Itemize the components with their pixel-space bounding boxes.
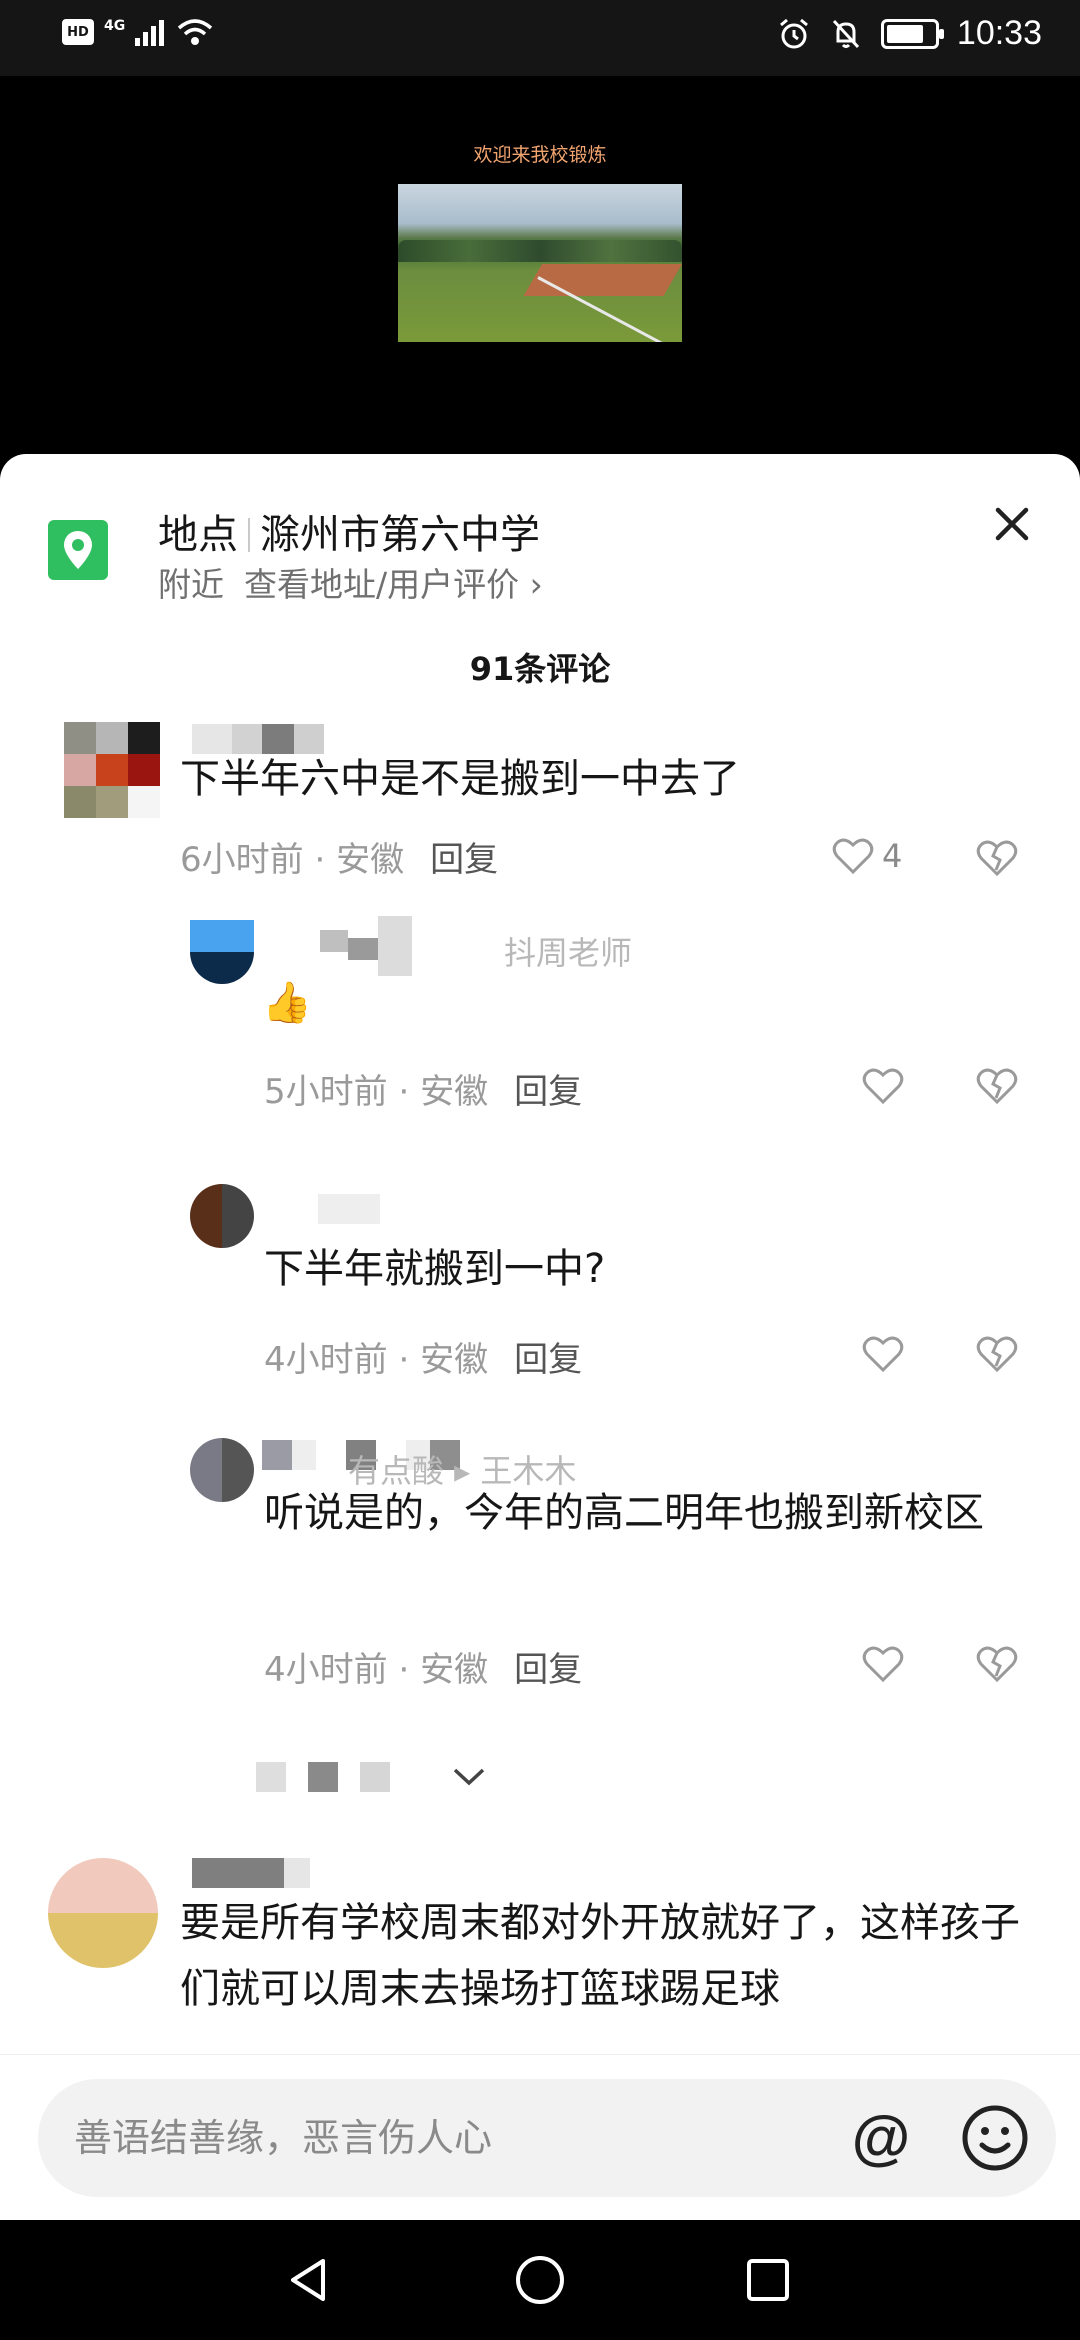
video-preview[interactable]: 欢迎来我校锻炼 <box>0 76 1080 456</box>
status-time: 10:33 <box>956 14 1042 52</box>
close-icon <box>995 507 1029 541</box>
home-circle-icon <box>516 2256 564 2304</box>
comment-meta: 4小时前 · 安徽 回复 <box>264 1340 583 1380</box>
reply-item: 下半年就搬到一中? 4小时前 · 安徽 回复 <box>0 1184 1080 1384</box>
alarm-icon <box>779 18 808 48</box>
reply-button[interactable]: 回复 <box>514 1650 582 1690</box>
reply-button[interactable]: 回复 <box>430 840 498 880</box>
location-subtitle[interactable]: 附近 查看地址/用户评价 › <box>158 558 543 606</box>
chevron-down-icon <box>453 1768 485 1786</box>
emoji-button[interactable] <box>960 2103 1030 2173</box>
heart-icon <box>862 1336 904 1373</box>
like-button[interactable] <box>862 1334 904 1374</box>
comment-region: 安徽 <box>336 840 405 880</box>
heart-icon <box>862 1646 904 1683</box>
recent-apps-button[interactable] <box>738 2250 798 2310</box>
username-blurred[interactable] <box>320 916 412 976</box>
comment-time: 5小时前 <box>264 1072 388 1112</box>
status-bar: HD 4G 10:33 <box>0 0 1080 76</box>
avatar[interactable] <box>190 1438 254 1502</box>
location-title[interactable]: 地点 滁州市第六中学 <box>158 502 540 560</box>
comment-time: 4小时前 <box>264 1340 388 1380</box>
reply-button[interactable]: 回复 <box>514 1072 582 1112</box>
nearby-label: 附近 <box>158 565 224 604</box>
comment-time: 4小时前 <box>264 1650 388 1690</box>
back-button[interactable] <box>278 2250 338 2310</box>
comment-text: 下半年六中是不是搬到一中去了 <box>180 756 740 802</box>
status-left: HD 4G <box>62 18 213 46</box>
comment-region: 安徽 <box>420 1650 489 1690</box>
avatar[interactable] <box>190 920 254 984</box>
comment-text: 👍 <box>262 980 312 1026</box>
mention-button[interactable]: @ <box>846 2103 916 2173</box>
heart-icon <box>832 838 874 875</box>
comment-meta: 4小时前 · 安徽 回复 <box>264 1650 583 1690</box>
smiley-icon <box>962 2105 1028 2171</box>
comment-text: 听说是的，今年的高二明年也搬到新校区 <box>264 1490 984 1536</box>
hd-badge: HD <box>62 19 94 45</box>
comment-text: 要是所有学校周末都对外开放就好了，这样孩子们就可以周末去操场打篮球踢足球 <box>180 1900 1020 2012</box>
broken-heart-icon <box>976 1646 1018 1683</box>
close-button[interactable] <box>982 494 1042 554</box>
like-button[interactable] <box>862 1644 904 1684</box>
comment-input-bar: @ <box>0 2054 1080 2220</box>
home-button[interactable] <box>510 2250 570 2310</box>
video-caption: 欢迎来我校锻炼 <box>473 144 607 166</box>
like-button[interactable] <box>862 1066 904 1106</box>
view-address-link[interactable]: 查看地址/用户评价 › <box>244 565 543 604</box>
heart-icon <box>862 1068 904 1105</box>
comment-item: 要是所有学校周末都对外开放就好了，这样孩子们就可以周末去操场打篮球踢足球 <box>0 1854 1080 2054</box>
mute-bell-icon <box>832 19 860 48</box>
recent-square-icon <box>747 2259 789 2301</box>
reply-item: 抖周老师 👍 5小时前 · 安徽 回复 <box>0 916 1080 1120</box>
network-type: 4G <box>104 18 126 34</box>
reply-item: 有点酸 ▸ 王木木 听说是的，今年的高二明年也搬到新校区 4小时前 · 安徽 回复 <box>0 1438 1080 1708</box>
dislike-button[interactable] <box>976 1644 1018 1688</box>
avatar[interactable] <box>48 1858 158 1968</box>
comment-input[interactable] <box>74 2107 834 2169</box>
username-blurred[interactable] <box>192 1858 310 1888</box>
status-right: 10:33 <box>777 14 1042 53</box>
comment-region: 安徽 <box>420 1072 489 1112</box>
expand-replies-button[interactable] <box>256 1762 486 1792</box>
avatar[interactable] <box>190 1184 254 1248</box>
dislike-button[interactable] <box>976 1066 1018 1110</box>
comment-time: 6小时前 <box>180 840 304 880</box>
username-blurred[interactable] <box>318 1194 380 1224</box>
like-count: 4 <box>882 837 903 875</box>
broken-heart-icon <box>976 1068 1018 1105</box>
dislike-button[interactable] <box>976 1334 1018 1378</box>
signal-icon <box>135 20 165 46</box>
comment-count: 91条评论 <box>469 650 611 688</box>
comment-sheet: 地点 滁州市第六中学 附近 查看地址/用户评价 › 91条评论 下半年六中是不是搬到… <box>0 454 1080 2054</box>
reply-button[interactable]: 回复 <box>514 1340 582 1380</box>
comment-item: 下半年六中是不是搬到一中去了 6小时前 · 安徽 回复 4 <box>0 704 1080 880</box>
like-button[interactable]: 4 <box>832 836 902 876</box>
comment-region: 安徽 <box>420 1340 489 1380</box>
location-name: 滁州市第六中学 <box>260 512 540 558</box>
broken-heart-icon <box>976 1336 1018 1373</box>
comment-meta: 6小时前 · 安徽 回复 <box>180 840 499 880</box>
system-nav-bar <box>0 2220 1080 2340</box>
comment-input-container[interactable]: @ <box>38 2079 1056 2197</box>
back-triangle-icon <box>291 2259 325 2301</box>
comment-text: 下半年就搬到一中? <box>264 1246 606 1292</box>
location-label: 地点 <box>158 512 238 558</box>
comment-meta: 5小时前 · 安徽 回复 <box>264 1072 583 1112</box>
video-thumbnail[interactable] <box>398 184 682 342</box>
battery-icon <box>880 18 944 49</box>
map-pin-icon[interactable] <box>48 520 108 580</box>
avatar[interactable] <box>64 722 160 818</box>
divider <box>248 518 250 552</box>
wifi-icon <box>178 19 213 45</box>
dislike-button[interactable] <box>976 838 1018 882</box>
broken-heart-icon <box>976 840 1018 877</box>
reply-to-target[interactable]: 抖周老师 <box>504 928 632 974</box>
